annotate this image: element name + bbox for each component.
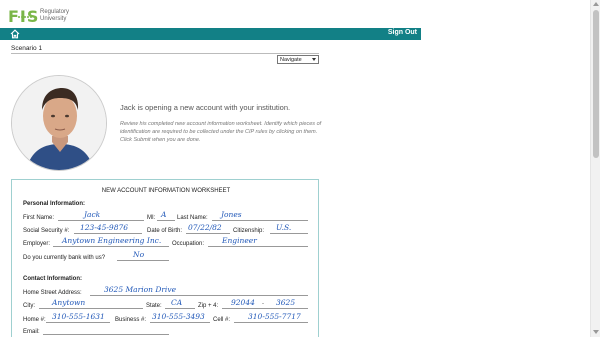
last-name-label: Last Name: — [177, 215, 208, 221]
home-phone-label: Home #: — [23, 317, 46, 323]
home-phone-value[interactable]: 310-555-1631 — [52, 312, 105, 321]
zip-value[interactable]: 92044 — [231, 298, 255, 307]
person-portrait-icon — [12, 76, 106, 170]
divider — [11, 53, 319, 54]
mi-value[interactable]: A — [161, 210, 166, 219]
state-label: State: — [146, 303, 162, 309]
contact-info-heading: Contact Information: — [23, 276, 82, 282]
zip4-value[interactable]: 3625 — [276, 298, 295, 307]
business-phone-label: Business #: — [115, 317, 147, 323]
scroll-thumb[interactable] — [593, 10, 599, 158]
dob-label: Date of Birth: — [147, 228, 183, 234]
email-label: Email: — [23, 329, 40, 335]
email-line — [43, 326, 169, 335]
ssn-label: Social Security #: — [23, 228, 70, 234]
last-name-value[interactable]: Jones — [221, 210, 242, 219]
cell-phone-value[interactable]: 310-555-7717 — [248, 312, 301, 321]
zip-dash: - — [262, 301, 264, 307]
employer-value[interactable]: Anytown Engineering Inc. — [62, 236, 161, 245]
top-nav-bar: Sign Out — [0, 28, 421, 40]
employer-label: Employer: — [23, 241, 51, 247]
fis-logo: FIS Regulatory University — [8, 5, 78, 27]
logo-line-1: Regulatory — [40, 9, 70, 15]
scroll-up-arrow-icon[interactable] — [593, 2, 599, 6]
logo-line-2: University — [40, 16, 67, 22]
city-value[interactable]: Anytown — [52, 298, 85, 307]
city-label: City: — [23, 303, 35, 309]
personal-info-heading: Personal Information: — [23, 201, 86, 207]
scenario-title: Scenario 1 — [11, 45, 43, 52]
logo-mark: FIS — [8, 7, 40, 26]
ssn-value[interactable]: 123-45-9876 — [80, 223, 128, 232]
dob-value[interactable]: 07/22/82 — [188, 223, 222, 232]
worksheet-title: NEW ACCOUNT INFORMATION WORKSHEET — [101, 188, 231, 194]
address-value[interactable]: 3625 Marion Drive — [104, 285, 176, 294]
scenario-headline: Jack is opening a new account with your … — [120, 103, 291, 112]
scenario-instructions: Review his completed new account informa… — [120, 121, 322, 143]
scroll-down-arrow-icon[interactable] — [593, 330, 599, 334]
sign-out-link[interactable]: Sign Out — [388, 29, 417, 36]
home-icon[interactable] — [10, 29, 20, 39]
logo-text: Regulatory University — [40, 9, 69, 23]
chevron-down-icon — [312, 58, 316, 61]
address-label: Home Street Address: — [23, 290, 82, 296]
mi-label: MI: — [147, 215, 156, 221]
navigate-select-value: Navigate — [280, 57, 302, 63]
first-name-line — [58, 212, 144, 221]
first-name-value[interactable]: Jack — [84, 210, 100, 219]
cell-phone-label: Cell #: — [213, 317, 231, 323]
citizenship-value[interactable]: U.S. — [276, 223, 291, 232]
occupation-label: Occupation: — [172, 241, 205, 247]
business-phone-value[interactable]: 310-555-3493 — [152, 312, 205, 321]
new-account-worksheet: NEW ACCOUNT INFORMATION WORKSHEET Person… — [11, 179, 319, 337]
navigate-select[interactable]: Navigate — [277, 55, 319, 64]
zip-label: Zip + 4: — [198, 303, 219, 309]
citizenship-label: Citizenship: — [233, 228, 265, 234]
avatar — [11, 75, 107, 171]
bank-with-us-label: Do you currently bank with us? — [23, 255, 106, 261]
first-name-label: First Name: — [23, 215, 55, 221]
bank-with-us-value[interactable]: No — [133, 250, 144, 259]
occupation-value[interactable]: Engineer — [222, 236, 257, 245]
vertical-scrollbar[interactable] — [590, 0, 600, 337]
state-value[interactable]: CA — [171, 298, 182, 307]
